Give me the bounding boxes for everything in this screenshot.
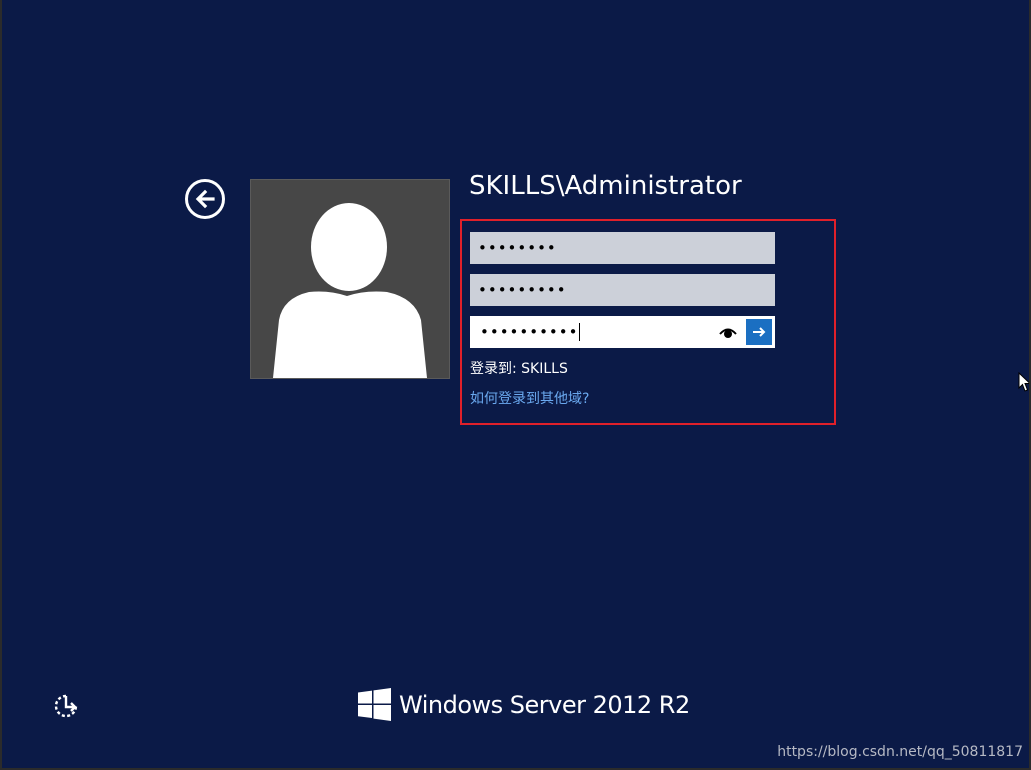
sign-in-to-domain-label: 登录到: SKILLS [470,361,568,377]
back-button[interactable] [185,179,225,219]
product-name: Windows Server 2012 R2 [399,690,690,719]
password-field-3[interactable]: •••••••••• [470,316,775,348]
eye-icon[interactable] [719,325,737,339]
text-caret [579,323,581,341]
account-username: SKILLS\Administrator [469,171,742,201]
mouse-pointer-icon [1018,372,1029,392]
watermark-url: https://blog.csdn.net/qq_50811817 [777,744,1023,760]
lock-screen: SKILLS\Administrator •••••••• ••••••••• … [2,0,1029,768]
user-silhouette-icon [273,203,427,378]
ease-of-access-icon[interactable] [52,692,80,720]
back-arrow-icon [195,189,215,209]
password-field-3-value: •••••••••• [480,323,579,341]
windows-logo-icon [358,688,391,721]
arrow-right-icon [753,327,766,337]
password-field-2[interactable]: ••••••••• [470,274,775,306]
password-field-1-value: •••••••• [478,239,557,257]
submit-button[interactable] [745,318,773,346]
other-domain-help-link[interactable]: 如何登录到其他域? [470,388,589,408]
user-avatar [250,179,450,379]
product-branding: Windows Server 2012 R2 [358,688,690,721]
password-field-1[interactable]: •••••••• [470,232,775,264]
password-field-2-value: ••••••••• [478,281,567,299]
